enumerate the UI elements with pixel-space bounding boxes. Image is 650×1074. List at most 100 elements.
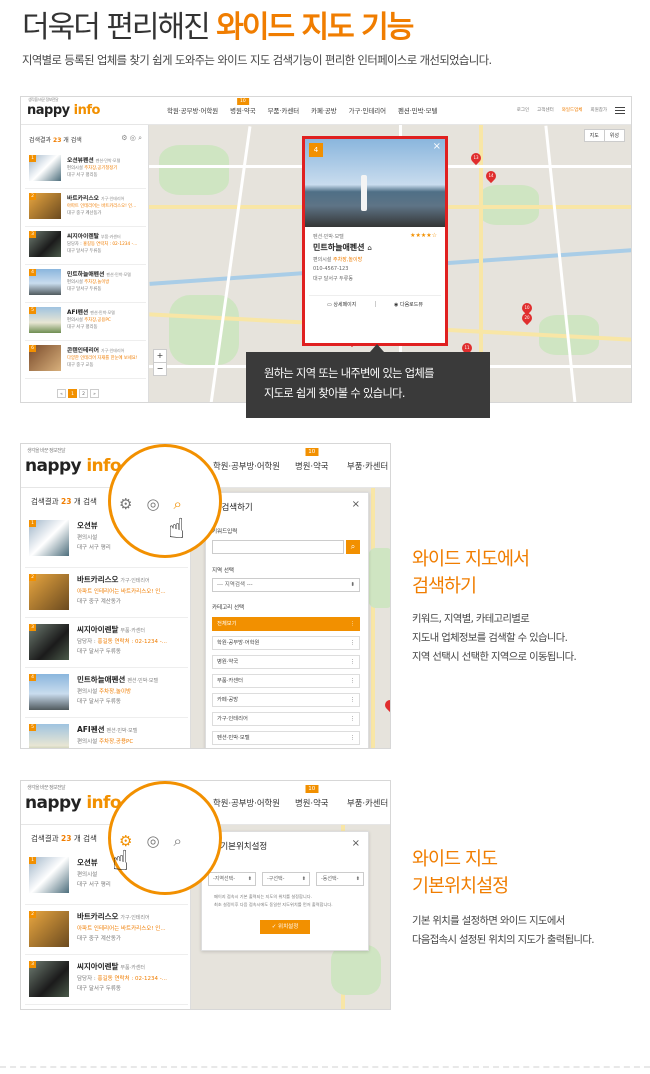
roadview-button[interactable]: ◉ 다음로드뷰 (394, 301, 423, 308)
map-marker[interactable]: 20 (519, 310, 535, 326)
search-icon[interactable]: ⌕ (138, 134, 142, 142)
home-icon: ⌂ (367, 244, 372, 252)
item-name: 바트카리스오 (67, 196, 99, 202)
map-type-map[interactable]: 지도 (585, 130, 605, 141)
hamburger-menu-icon[interactable] (615, 107, 625, 114)
item-address: 대구 달서구 두류동 (67, 287, 102, 292)
callout-tooltip: 원하는 지역 또는 내주변에 있는 업체를 지도로 쉽게 찾아볼 수 있습니다. (246, 352, 490, 418)
list-item[interactable]: 1 오션뷰펜션 펜션·민박·모텔 편의시설 주차장,공기청정기 대구 서구 평리동 (25, 151, 146, 189)
site-logo[interactable]: 생각을 바꾼 정보전달 nappy info (27, 97, 100, 118)
list-item[interactable]: 3 씨지아이렌탈 부품·카센터 담당자 : 홍길동 연락처 : 02-1234 -..… (25, 955, 188, 1005)
menu-item[interactable]: 10 병원·약국 (295, 785, 328, 809)
page-subtitle: 지역별로 등록된 업체를 찾기 쉽게 도와주는 와이드 지도 검색기능이 편리한… (22, 54, 492, 67)
menu-item[interactable]: 학원·공부방·어학원 (167, 106, 218, 115)
zoom-in-button[interactable]: + (154, 350, 166, 362)
item-name: AFI펜션 (67, 310, 89, 316)
menu-item[interactable]: 학원·공부방·어학원 (213, 460, 280, 472)
join-link[interactable]: 회원참가 (590, 107, 607, 113)
gear-icon[interactable]: ⚙ (121, 134, 127, 142)
district-select[interactable]: -구선택- ⬍ (262, 872, 310, 886)
list-item[interactable]: 3 씨지아이렌탈 부품·카센터 담당자 : 홍길동 연락처 : 02-1234 -..… (25, 227, 146, 265)
list-item[interactable]: 2 바트카리스오 가구·인테리어 아파트 인테리어는 바트카리스오! 인... 대구 중… (25, 189, 146, 227)
close-icon[interactable]: × (352, 499, 360, 510)
menu-item[interactable]: 펜션·민박·모텔 (398, 106, 437, 115)
list-item[interactable]: 5 AFI펜션 펜션·민박·모텔 편의시설 주차장,공용PC (25, 718, 188, 748)
item-line: 편의시설 (77, 689, 98, 695)
list-item[interactable]: 6 콘텐인테리어 가구·인테리어 다양한 인테리어 자재를 한눈에 보세요! 대구 중구… (25, 341, 146, 379)
list-item[interactable]: 3 씨지아이렌탈 부품·카센터 담당자 : 홍길동 연락처 : 02-1234 -..… (25, 618, 188, 668)
item-badge: 1 (29, 520, 36, 527)
search-icon[interactable]: ⌕ (174, 495, 182, 513)
support-link[interactable]: 고객센터 (537, 107, 554, 113)
gear-icon[interactable]: ⚙ (119, 495, 132, 513)
item-category: 가구·인테리어 (101, 196, 125, 201)
search-button[interactable]: ⌕ (346, 540, 360, 554)
menu-item[interactable]: 10 병원·약국 (230, 98, 256, 115)
region-select[interactable]: -지역선택- ⬍ (208, 872, 256, 886)
menu-item[interactable]: 학원·공부방·어학원 (213, 797, 280, 809)
pointer-hand-icon: ☝ (112, 844, 130, 877)
wild-link[interactable]: 와일드업체 (562, 107, 583, 113)
location-icon[interactable]: ◎ (146, 495, 159, 513)
page-last[interactable]: » (90, 389, 99, 398)
category-list: 전체보기 ⋮ 학원·공부방·어학원 ⋮ 병원·약국 ⋮ 부품·카센터 ⋮ 카페·공방 ⋮ … (212, 617, 360, 748)
list-item[interactable]: 4 민트하늘애펜션 펜션·민박·모텔 편의시설 주차장,놀이방 대구 달서구 두류동 (25, 265, 146, 303)
location-icon[interactable]: ◎ (130, 134, 136, 142)
popup-phone: 010-4567-123 (313, 266, 349, 272)
map-marker[interactable]: 13 (468, 150, 484, 166)
page-1[interactable]: 1 (68, 389, 77, 398)
detail-button[interactable]: ▭ 상세페이지 (327, 301, 356, 308)
site-logo[interactable]: 생각을 바꾼 정보전달 nappy info (25, 448, 122, 476)
zoom-highlight-circle: ⚙ ◎ ⌕ (108, 781, 222, 895)
item-badge: 6 (29, 345, 36, 352)
category-item[interactable]: 가구·인테리어 ⋮ (212, 712, 360, 726)
list-item[interactable]: 4 민트하늘애펜션 펜션·민박·모텔 편의시설 주차장,놀이방 대구 달서구 두류동 (25, 668, 188, 718)
category-item[interactable]: 부품·카센터 ⋮ (212, 674, 360, 688)
login-link[interactable]: 로그인 (517, 107, 529, 113)
popup-category: 펜션·민박·모텔 (313, 234, 344, 240)
item-category: 펜션·민박·모텔 (106, 728, 138, 734)
menu-item[interactable]: 카페·공방 (311, 106, 337, 115)
item-highlight: 다양한 인테리어 자재를 한눈에 보세요! (67, 356, 138, 361)
location-icon[interactable]: ◎ (146, 832, 159, 850)
user-links: 로그인 고객센터 와일드업체 회원참가 (517, 107, 607, 113)
list-item[interactable]: 2 바트카리스오 가구·인테리어 아파트 인테리어는 바트카리스오! 인... 대구 중… (25, 568, 188, 618)
region-select[interactable]: --- 지역검색 --- ⬍ (212, 578, 360, 592)
map-marker[interactable]: 14 (483, 168, 499, 184)
menu-item[interactable]: 부품·카센터 (347, 460, 388, 472)
feature-description: 기본 위치를 설정하면 와이드 지도에서 다음접속시 설정된 위치의 지도가 출력… (412, 915, 595, 946)
list-item[interactable]: 2 바트카리스오 가구·인테리어 아파트 인테리어는 바트카리스오! 인... 대구 중… (25, 905, 188, 955)
item-line: 편의시설 (67, 166, 83, 171)
category-all[interactable]: 전체보기 ⋮ (212, 617, 360, 631)
menu-item[interactable]: 10 병원·약국 (295, 448, 328, 472)
menu-item[interactable]: 부품·카센터 (268, 106, 299, 115)
zoom-out-button[interactable]: − (154, 362, 166, 375)
item-line: 담당자 : (67, 242, 82, 247)
category-item[interactable]: 펜션·민박·모텔 ⋮ (212, 731, 360, 745)
place-popup: 4 × 펜션·민박·모텔 ★★★★☆ 민트하늘애펜션 ⌂ 편의시설 주차장,놀이… (302, 136, 448, 346)
category-item[interactable]: 카페·공방 ⋮ (212, 693, 360, 707)
search-icon[interactable]: ⌕ (174, 832, 182, 850)
close-icon[interactable]: × (433, 141, 441, 152)
item-address: 대구 달서구 두류동 (77, 649, 121, 655)
page-first[interactable]: « (57, 389, 66, 398)
site-logo[interactable]: 생각을 바꾼 정보전달 nappy info (25, 785, 122, 813)
item-thumbnail: 5 (29, 724, 69, 748)
menu-item[interactable]: 부품·카센터 (347, 797, 388, 809)
popup-actions: ▭ 상세페이지 ◉ 다음로드뷰 (309, 295, 441, 309)
set-location-button[interactable]: ✓ 위치설정 (260, 920, 310, 934)
dong-select[interactable]: -동선택- ⬍ (316, 872, 364, 886)
page-2[interactable]: 2 (79, 389, 88, 398)
menu-item[interactable]: 가구·인테리어 (349, 106, 386, 115)
result-count: 검색결과 23 개 검색 (29, 137, 82, 144)
map-marker[interactable] (382, 697, 390, 713)
item-badge: 4 (29, 269, 36, 276)
location-desc: 페이지 접속시 기본 출력되는 지도의 위치를 설정합니다. (214, 894, 312, 899)
category-item[interactable]: 병원·약국 ⋮ (212, 655, 360, 669)
close-icon[interactable]: × (352, 838, 360, 849)
category-item[interactable]: 학원·공부방·어학원 ⋮ (212, 636, 360, 650)
item-name: 민트하늘애펜션 (67, 272, 105, 278)
map-type-satellite[interactable]: 위성 (605, 130, 624, 141)
keyword-input[interactable] (212, 540, 344, 554)
list-item[interactable]: 5 AFI펜션 펜션·민박·모텔 편의시설 주차장,공용PC 대구 서구 평리동 (25, 303, 146, 341)
